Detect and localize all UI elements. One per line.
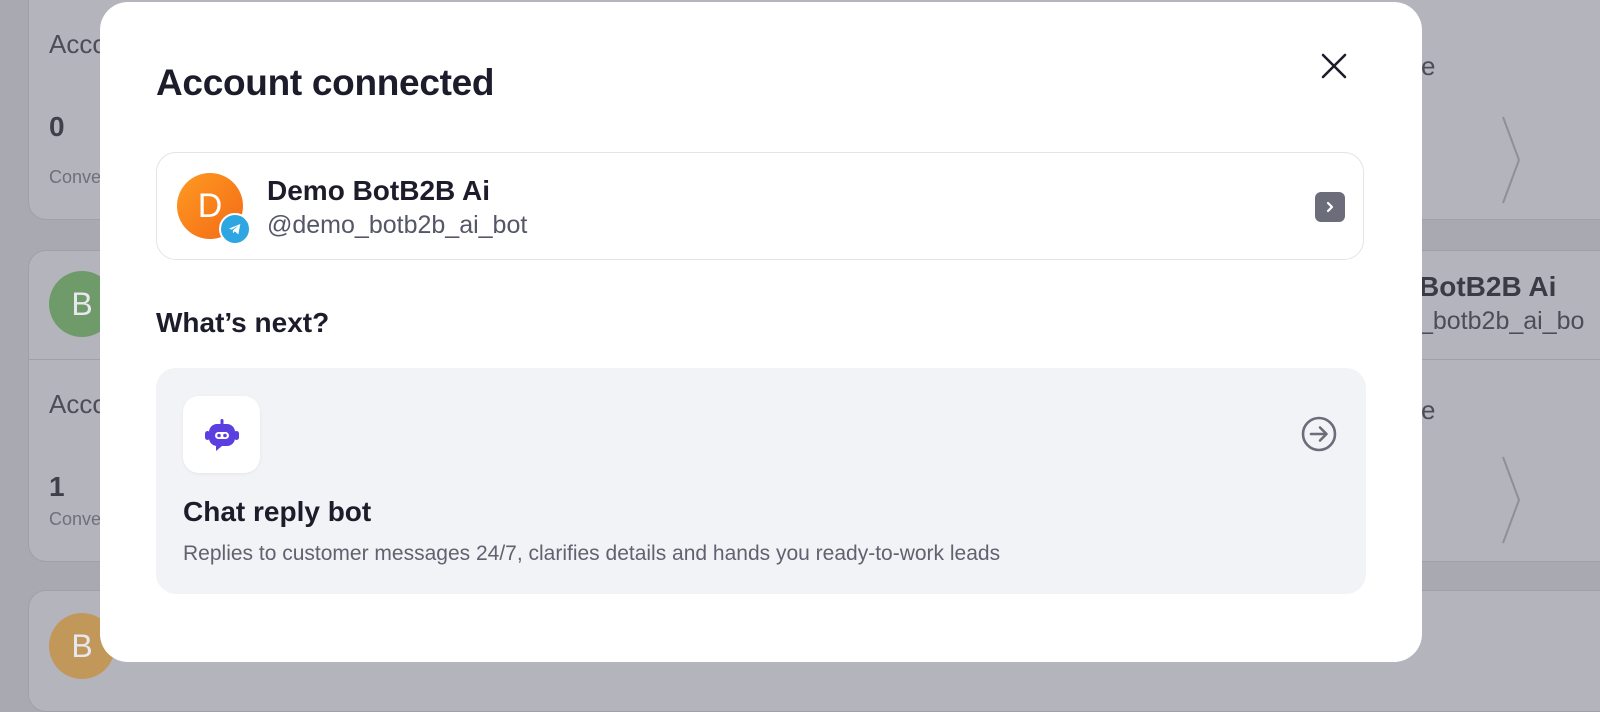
close-icon [1321,53,1347,79]
background-card-right-label: e [1421,51,1436,81]
close-button[interactable] [1314,46,1354,86]
background-card-name: BotB2B Ai [1419,271,1557,302]
chat-reply-bot-card[interactable]: Chat reply bot Replies to customer messa… [156,368,1366,594]
arrow-right-circle-icon[interactable] [1300,415,1338,453]
background-card-count: 1 [49,471,65,502]
whats-next-heading: What’s next? [156,307,330,338]
account-name: Demo BotB2B Ai [267,175,490,206]
background-card-count-label: Conve [49,167,102,187]
account-handle: @demo_botb2b_ai_bot [267,211,528,239]
chevron-right-icon [1502,456,1521,544]
bot-icon-tile [183,396,260,473]
feature-title: Chat reply bot [183,496,372,527]
chevron-right-icon [1326,201,1334,213]
background-card-heading: Acco [49,29,107,59]
modal-title: Account connected [156,62,495,103]
chevron-right-icon [1502,116,1521,204]
connected-account-card[interactable]: D Demo BotB2B Ai @demo_botb2b_ai_bot [156,152,1364,260]
background-card-handle: _botb2b_ai_bo [1419,307,1585,335]
background-card-count: 0 [49,111,65,142]
background-card-heading: Acco [49,389,107,419]
robot-icon [204,418,239,451]
telegram-icon [219,213,251,245]
background-card-right-label: e [1421,395,1436,425]
account-connected-modal: Account connected D Demo BotB2B Ai @demo… [100,2,1422,662]
background-card-count-label: Conve [49,509,102,529]
feature-description: Replies to customer messages 24/7, clari… [183,542,1001,565]
account-open-button[interactable] [1315,192,1345,222]
